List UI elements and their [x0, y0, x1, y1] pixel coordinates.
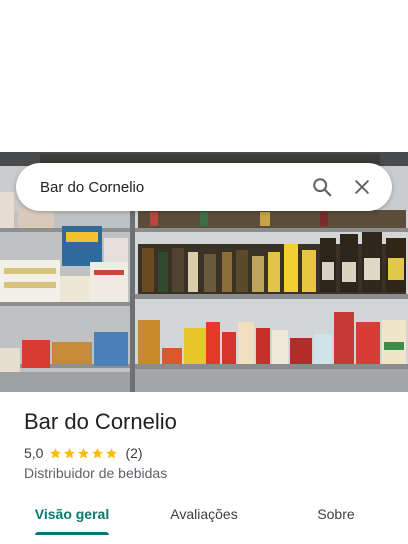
star-icon	[64, 447, 76, 458]
rating-row[interactable]: 5,0 (2)	[24, 444, 143, 462]
star-icon	[92, 447, 104, 458]
star-icon	[78, 447, 90, 458]
search-bar[interactable]: Bar do Cornelio	[16, 163, 392, 211]
search-query[interactable]: Bar do Cornelio	[40, 179, 302, 196]
place-category[interactable]: Distribuidor de bebidas	[24, 465, 167, 481]
active-tab-indicator	[35, 532, 109, 535]
close-icon	[355, 180, 369, 194]
rating-value: 5,0	[24, 445, 44, 461]
tab-overview-label: Visão geral	[34, 506, 110, 522]
tab-bar: Visão geral Avaliações Sobre	[0, 494, 408, 538]
tab-about-label: Sobre	[317, 506, 355, 522]
star-icon	[106, 447, 118, 458]
clear-button[interactable]	[342, 167, 382, 207]
star-icon	[50, 447, 62, 458]
review-count[interactable]: (2)	[125, 445, 142, 461]
place-title: Bar do Cornelio	[24, 409, 177, 434]
star-rating	[49, 447, 119, 460]
tab-reviews-label: Avaliações	[170, 506, 238, 522]
tab-overview[interactable]: Visão geral	[22, 494, 122, 534]
tab-about[interactable]: Sobre	[286, 494, 386, 534]
tab-reviews[interactable]: Avaliações	[154, 494, 254, 534]
search-icon	[313, 178, 332, 197]
search-button[interactable]	[302, 167, 342, 207]
place-page: Bar do Cornelio Bar do Cornelio 5,0 (2) …	[0, 0, 408, 544]
